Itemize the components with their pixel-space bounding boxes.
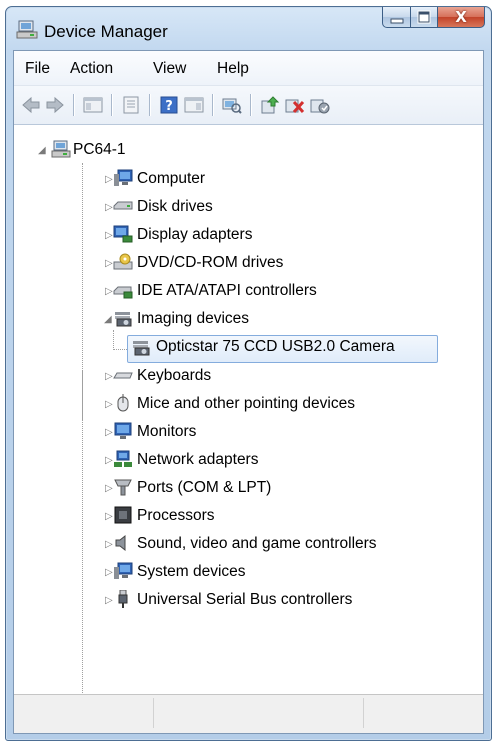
processor-icon [114, 506, 132, 524]
tree-item-label[interactable]: Display adapters [137, 226, 252, 244]
tree-item-label[interactable]: Ports (COM & LPT) [137, 479, 271, 497]
expand-arrow-icon[interactable]: ▷ [105, 258, 113, 269]
menu-file[interactable]: File [25, 60, 50, 78]
menu-help[interactable]: Help [217, 60, 249, 78]
uninstall-icon[interactable] [285, 95, 305, 115]
collapse-arrow-icon[interactable]: ◢ [38, 145, 46, 156]
tree-item-label[interactable]: Universal Serial Bus controllers [137, 591, 352, 609]
expand-arrow-icon[interactable]: ▷ [105, 427, 113, 438]
display-adapter-icon [113, 225, 133, 243]
forward-icon[interactable] [45, 95, 65, 115]
close-button[interactable]: X [438, 7, 485, 28]
minimize-icon [390, 18, 403, 24]
show-hide-console-tree-icon[interactable] [83, 95, 103, 115]
tree-item-label[interactable]: IDE ATA/ATAPI controllers [137, 282, 317, 300]
port-icon [114, 479, 132, 496]
expand-arrow-icon[interactable]: ▷ [105, 230, 113, 241]
monitor-icon [114, 422, 132, 439]
close-icon: X [455, 8, 467, 26]
scan-hardware-icon[interactable] [222, 95, 242, 115]
dvd-drive-icon [113, 253, 133, 270]
disk-drive-icon [113, 201, 133, 210]
tree-item-label[interactable]: Disk drives [137, 198, 213, 216]
computer-icon [114, 169, 133, 186]
svg-text:?: ? [165, 99, 173, 114]
expand-arrow-icon[interactable]: ▷ [105, 371, 113, 382]
keyboard-icon [113, 372, 133, 379]
toolbar-separator [73, 94, 74, 116]
expand-arrow-icon[interactable]: ▷ [105, 539, 113, 550]
tree-item-label[interactable]: Mice and other pointing devices [137, 395, 355, 413]
mouse-icon [117, 394, 129, 412]
update-driver-icon[interactable] [260, 95, 280, 115]
tree-connector [82, 370, 83, 420]
collapse-arrow-icon[interactable]: ◢ [104, 314, 112, 325]
toolbar: ? [14, 86, 483, 125]
network-adapter-icon [114, 450, 132, 467]
toolbar-separator [149, 94, 150, 116]
sound-icon [115, 534, 126, 552]
expand-arrow-icon[interactable]: ▷ [105, 455, 113, 466]
help-icon[interactable]: ? [159, 95, 179, 115]
pc-icon [51, 140, 71, 158]
tree-item-label[interactable]: Network adapters [137, 451, 258, 469]
expand-arrow-icon[interactable]: ▷ [105, 483, 113, 494]
tree-item-label[interactable]: DVD/CD-ROM drives [137, 254, 283, 272]
toolbar-separator [111, 94, 112, 116]
properties-icon[interactable] [121, 95, 141, 115]
menu-bar: File Action View Help [14, 51, 483, 86]
expand-arrow-icon[interactable]: ▷ [105, 202, 113, 213]
expand-arrow-icon[interactable]: ▷ [105, 399, 113, 410]
tree-item-label[interactable]: Computer [137, 170, 205, 188]
window-title: Device Manager [44, 22, 168, 41]
tree-item-label[interactable]: Processors [137, 507, 215, 525]
tree-connector [82, 163, 83, 693]
tree-item-label[interactable]: Monitors [137, 423, 196, 441]
tree-item-label[interactable]: System devices [137, 563, 246, 581]
tree-connector [113, 330, 114, 350]
expand-arrow-icon[interactable]: ▷ [105, 595, 113, 606]
title-bar[interactable]: Device Manager X [6, 7, 491, 49]
device-manager-window: Device Manager X File Action View Help ?… [5, 6, 492, 741]
maximize-button[interactable] [411, 7, 438, 28]
status-pane [154, 698, 364, 728]
tree-root-label[interactable]: PC64-1 [73, 141, 126, 159]
system-device-icon [114, 562, 133, 579]
caption-buttons: X [382, 7, 485, 29]
maximize-icon [418, 11, 430, 23]
expand-arrow-icon[interactable]: ▷ [105, 511, 113, 522]
camera-icon [133, 341, 150, 356]
client-area: File Action View Help ? ◢ PC64-1 ▷ Compu… [13, 50, 484, 734]
status-pane [364, 698, 464, 728]
expand-arrow-icon[interactable]: ▷ [105, 286, 113, 297]
toolbar-separator [212, 94, 213, 116]
status-bar [14, 694, 483, 733]
usb-icon [118, 590, 128, 608]
tree-item-label[interactable]: Sound, video and game controllers [137, 535, 377, 553]
expand-arrow-icon[interactable]: ▷ [105, 174, 113, 185]
menu-view[interactable]: View [153, 60, 186, 78]
tree-item-label[interactable]: Imaging devices [137, 310, 249, 328]
tree-item-label[interactable]: Keyboards [137, 367, 211, 385]
action-pane-icon[interactable] [184, 95, 204, 115]
imaging-device-icon [115, 312, 132, 327]
status-pane [14, 698, 154, 728]
minimize-button[interactable] [382, 7, 411, 28]
ide-controller-icon [113, 286, 133, 299]
device-manager-icon [16, 20, 38, 39]
back-icon[interactable] [21, 95, 41, 115]
toolbar-separator [250, 94, 251, 116]
expand-arrow-icon[interactable]: ▷ [105, 567, 113, 578]
disable-icon[interactable] [310, 95, 330, 115]
tree-child-label[interactable]: Opticstar 75 CCD USB2.0 Camera [156, 338, 395, 356]
menu-action[interactable]: Action [70, 60, 113, 78]
device-tree[interactable]: ◢ PC64-1 ▷ Computer ▷ Disk drives ▷ Disp… [14, 125, 483, 693]
